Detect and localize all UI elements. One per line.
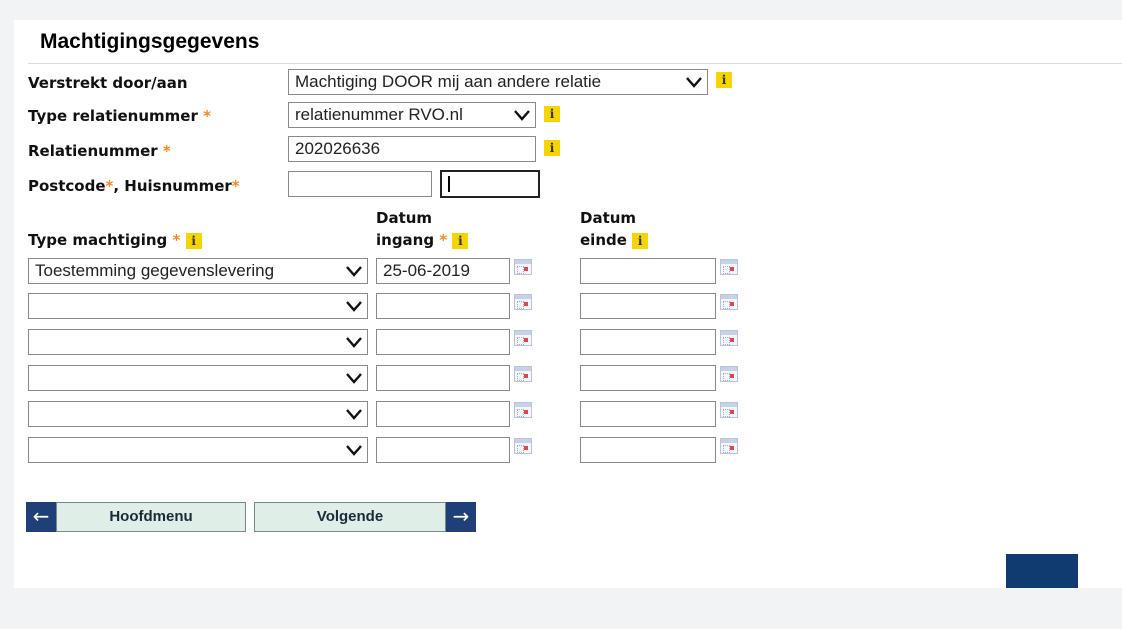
hoofdmenu-button[interactable]: Hoofdmenu <box>56 502 246 532</box>
calendar-icon[interactable] <box>514 330 532 346</box>
datum-ingang-field[interactable] <box>376 401 510 427</box>
type-machtiging-select[interactable] <box>28 329 368 355</box>
page-title: Machtigingsgegevens <box>40 30 260 53</box>
chevron-down-icon <box>686 77 702 88</box>
calendar-icon[interactable] <box>514 294 532 310</box>
info-icon[interactable]: i <box>452 232 469 249</box>
type-machtiging-select[interactable] <box>28 365 368 391</box>
calendar-icon[interactable] <box>720 366 738 382</box>
datum-ingang-field[interactable] <box>376 437 510 463</box>
type-machtiging-select[interactable] <box>28 293 368 319</box>
calendar-icon[interactable] <box>720 402 738 418</box>
back-arrow-icon[interactable]: ← <box>26 502 56 532</box>
title-bar: Machtigingsgegevens <box>28 20 1122 64</box>
info-icon[interactable]: i <box>632 232 649 249</box>
calendar-icon[interactable] <box>720 259 738 275</box>
datum-ingang-field[interactable] <box>376 293 510 319</box>
type-machtiging-select[interactable]: Toestemming gegevenslevering <box>28 258 368 284</box>
navy-block <box>1006 554 1078 588</box>
calendar-icon[interactable] <box>514 366 532 382</box>
calendar-icon[interactable] <box>720 438 738 454</box>
relatienummer-label: Relatienummer * <box>28 142 171 160</box>
chevron-down-icon <box>346 337 362 348</box>
postcode-huisnummer-label: Postcode*, Huisnummer* <box>28 177 240 195</box>
verstrekt-label: Verstrekt door/aan <box>28 74 188 92</box>
col-header-ingang-1: Datum <box>376 209 433 227</box>
calendar-icon[interactable] <box>514 259 532 275</box>
calendar-icon[interactable] <box>514 402 532 418</box>
relatienummer-field[interactable]: 202026636 <box>288 136 536 162</box>
chevron-down-icon <box>514 110 530 121</box>
info-icon[interactable]: i <box>544 106 560 122</box>
datum-einde-field[interactable] <box>580 401 716 427</box>
col-header-type: Type machtiging * i <box>28 231 202 249</box>
datum-einde-field[interactable] <box>580 293 716 319</box>
datum-einde-field[interactable] <box>580 329 716 355</box>
datum-ingang-field[interactable]: 25-06-2019 <box>376 258 510 284</box>
info-icon[interactable]: i <box>544 140 560 156</box>
calendar-icon[interactable] <box>514 438 532 454</box>
type-machtiging-select[interactable] <box>28 437 368 463</box>
chevron-down-icon <box>346 409 362 420</box>
col-header-ingang: ingang * i <box>376 231 469 249</box>
calendar-icon[interactable] <box>720 294 738 310</box>
col-header-einde: einde i <box>580 231 649 249</box>
col-header-einde-1: Datum <box>580 209 637 227</box>
datum-ingang-field[interactable] <box>376 329 510 355</box>
text-caret <box>448 176 450 192</box>
volgende-button[interactable]: Volgende <box>254 502 446 532</box>
chevron-down-icon <box>346 445 362 456</box>
next-arrow-icon[interactable]: → <box>446 502 476 532</box>
info-icon[interactable]: i <box>716 72 732 88</box>
calendar-icon[interactable] <box>720 330 738 346</box>
verstrekt-select[interactable]: Machtiging DOOR mij aan andere relatie <box>288 69 708 95</box>
type-machtiging-select[interactable] <box>28 401 368 427</box>
postcode-field[interactable] <box>288 171 432 197</box>
datum-einde-field[interactable] <box>580 258 716 284</box>
chevron-down-icon <box>346 373 362 384</box>
chevron-down-icon <box>346 266 362 277</box>
datum-einde-field[interactable] <box>580 437 716 463</box>
type-relatienummer-select[interactable]: relatienummer RVO.nl <box>288 102 536 128</box>
chevron-down-icon <box>346 301 362 312</box>
info-icon[interactable]: i <box>185 232 202 249</box>
type-relatienummer-label: Type relatienummer * <box>28 107 211 125</box>
datum-einde-field[interactable] <box>580 365 716 391</box>
datum-ingang-field[interactable] <box>376 365 510 391</box>
huisnummer-field[interactable] <box>440 170 540 198</box>
